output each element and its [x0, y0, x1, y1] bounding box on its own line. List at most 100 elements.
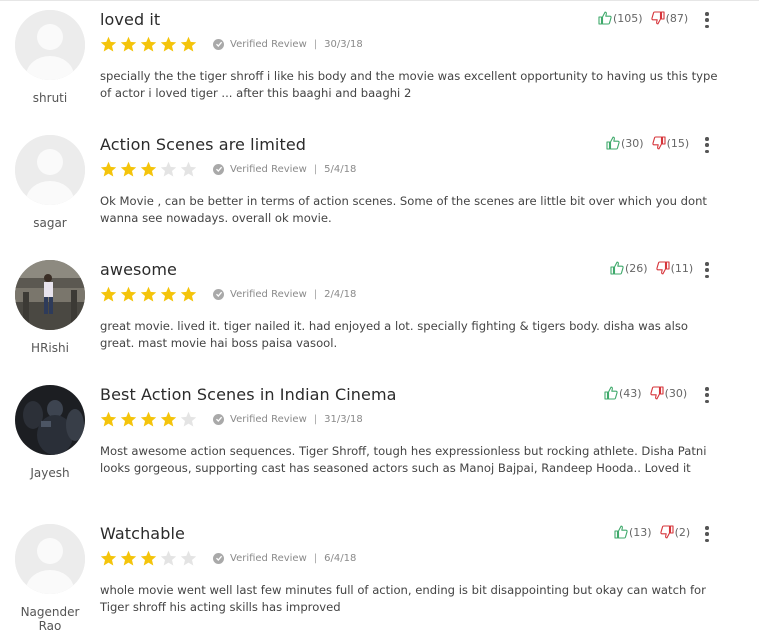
- reviewer: Jayesh: [14, 385, 86, 480]
- vote-group: (26) (11): [610, 261, 693, 275]
- avatar-photo: [15, 385, 85, 455]
- like-count: (105): [613, 11, 643, 25]
- review-text: great movie. lived it. tiger nailed it. …: [100, 319, 688, 350]
- thumbs-up-icon: [614, 525, 628, 539]
- reviewer: sagar: [14, 135, 86, 230]
- review-title: awesome: [100, 260, 177, 279]
- reviewer-name[interactable]: shruti: [14, 91, 86, 105]
- star-filled-icon: [180, 286, 197, 301]
- meta-separator: |: [313, 288, 318, 300]
- more-options-icon[interactable]: [703, 12, 711, 28]
- thumbs-up-icon: [606, 136, 620, 150]
- review-date: 6/4/18: [324, 552, 357, 564]
- verified-label: Verified Review: [230, 552, 307, 564]
- like-count: (43): [619, 386, 642, 400]
- like-count: (26): [625, 261, 648, 275]
- review-title: Action Scenes are limited: [100, 135, 307, 154]
- star-filled-icon: [140, 36, 157, 51]
- dislike-button[interactable]: (11): [655, 261, 693, 275]
- like-button[interactable]: (26): [610, 261, 648, 275]
- review-text: Ok Movie , can be better in terms of act…: [100, 194, 707, 225]
- verified-badge: Verified Review | 6/4/18: [213, 552, 357, 564]
- review-text: specially the the tiger shroff i like hi…: [100, 69, 718, 100]
- dislike-count: (2): [674, 525, 691, 539]
- avatar-photo: [15, 260, 85, 330]
- star-filled-icon: [120, 550, 137, 565]
- star-filled-icon: [160, 286, 177, 301]
- star-rating: [100, 286, 197, 303]
- reviewer-name[interactable]: HRishi: [14, 341, 86, 355]
- reviewer-name[interactable]: Nagender Rao: [18, 605, 82, 633]
- check-icon: [213, 288, 224, 300]
- dislike-button[interactable]: (30): [649, 386, 688, 400]
- star-empty-icon: [180, 161, 197, 176]
- reviewer-name[interactable]: Jayesh: [14, 466, 86, 480]
- star-filled-icon: [140, 411, 157, 426]
- dislike-count: (30): [664, 386, 688, 400]
- meta-separator: |: [313, 413, 318, 425]
- review-date: 30/3/18: [324, 38, 363, 50]
- review-meta: Verified Review | 30/3/18: [100, 35, 363, 53]
- verified-badge: Verified Review | 5/4/18: [213, 163, 357, 175]
- reviewer: HRishi: [14, 260, 86, 355]
- thumbs-up-icon: [598, 11, 612, 25]
- star-filled-icon: [140, 161, 157, 176]
- dislike-button[interactable]: (15): [651, 136, 689, 150]
- thumbs-down-icon: [655, 261, 670, 275]
- review-card: Nagender Rao Watchable Verified Review |…: [0, 514, 759, 643]
- review-card: Jayesh Best Action Scenes in Indian Cine…: [0, 375, 759, 509]
- review-text: Most awesome action sequences. Tiger Shr…: [100, 444, 707, 475]
- like-button[interactable]: (105): [598, 11, 643, 25]
- more-options-icon[interactable]: [703, 137, 711, 153]
- star-rating: [100, 550, 197, 567]
- review-title: Watchable: [100, 524, 185, 543]
- thumbs-down-icon: [659, 525, 674, 539]
- more-options-icon[interactable]: [703, 262, 711, 278]
- star-filled-icon: [120, 36, 137, 51]
- verified-badge: Verified Review | 31/3/18: [213, 413, 363, 425]
- meta-separator: |: [313, 38, 318, 50]
- like-count: (30): [621, 136, 644, 150]
- verified-label: Verified Review: [230, 38, 307, 50]
- review-meta: Verified Review | 6/4/18: [100, 549, 356, 567]
- dislike-button[interactable]: (2): [659, 525, 691, 539]
- dislike-button[interactable]: (87): [650, 11, 688, 25]
- review-date: 2/4/18: [324, 288, 357, 300]
- vote-group: (13) (2): [614, 525, 690, 539]
- like-button[interactable]: (13): [614, 525, 652, 539]
- verified-badge: Verified Review | 2/4/18: [213, 288, 357, 300]
- review-meta: Verified Review | 31/3/18: [100, 410, 363, 428]
- review-card: HRishi awesome Verified Review | 2/4/18 …: [0, 250, 759, 370]
- reviewer: Nagender Rao: [14, 524, 86, 633]
- review-date: 5/4/18: [324, 163, 357, 175]
- star-empty-icon: [160, 161, 177, 176]
- vote-group: (105) (87): [598, 11, 688, 25]
- star-empty-icon: [180, 411, 197, 426]
- star-rating: [100, 36, 197, 53]
- star-filled-icon: [120, 411, 137, 426]
- more-options-icon[interactable]: [703, 526, 711, 542]
- star-filled-icon: [100, 550, 117, 565]
- check-icon: [213, 38, 224, 50]
- review-title: Best Action Scenes in Indian Cinema: [100, 385, 397, 404]
- review-meta: Verified Review | 5/4/18: [100, 160, 356, 178]
- check-icon: [213, 163, 224, 175]
- star-rating: [100, 161, 197, 178]
- more-options-icon[interactable]: [703, 387, 711, 403]
- reviewer-name[interactable]: sagar: [14, 216, 86, 230]
- star-filled-icon: [160, 36, 177, 51]
- review-text: whole movie went well last few minutes f…: [100, 583, 706, 614]
- thumbs-up-icon: [604, 386, 618, 400]
- thumbs-down-icon: [650, 11, 665, 25]
- verified-label: Verified Review: [230, 413, 307, 425]
- star-filled-icon: [120, 161, 137, 176]
- star-filled-icon: [160, 411, 177, 426]
- like-button[interactable]: (43): [604, 386, 642, 400]
- star-filled-icon: [140, 286, 157, 301]
- thumbs-down-icon: [649, 386, 664, 400]
- meta-separator: |: [313, 552, 318, 564]
- avatar-placeholder: [15, 524, 85, 594]
- like-button[interactable]: (30): [606, 136, 644, 150]
- verified-label: Verified Review: [230, 288, 307, 300]
- star-rating: [100, 411, 197, 428]
